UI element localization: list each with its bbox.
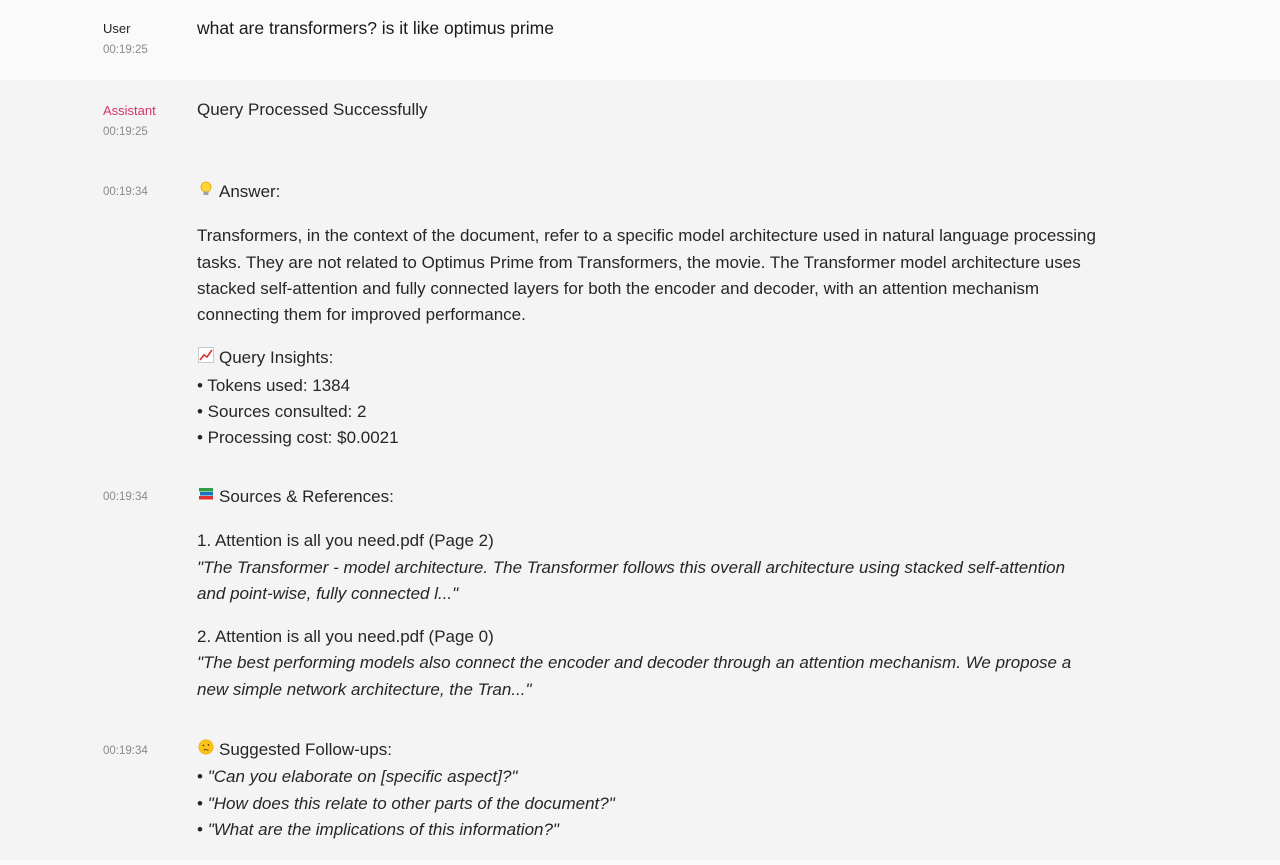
sources-timestamp: 00:19:34 [103,491,148,503]
sources-heading-text: Sources & References: [219,487,394,506]
followup-bullet: • [197,819,203,839]
chart-increasing-icon [197,346,214,372]
books-icon [197,485,214,511]
insight-tokens: • Tokens used: 1384 [197,375,351,395]
answer-section: Answer: Transformers, in the context of … [197,179,1097,452]
followup-item-1[interactable]: • "Can you elaborate on [specific aspect… [197,764,1097,790]
followup-item-3[interactable]: • "What are the implications of this inf… [197,817,1097,843]
user-message-block: User 00:19:25 what are transformers? is … [0,0,1280,80]
source-1-title: 1. Attention is all you need.pdf (Page 2… [197,531,494,551]
answer-heading: Answer: [197,179,1097,206]
sources-section: Sources & References: 1. Attention is al… [197,484,1097,703]
answer-heading-text: Answer: [219,182,281,201]
answer-timestamp: 00:19:34 [103,186,148,198]
user-role-label: User [103,21,131,36]
user-timestamp: 00:19:25 [103,44,148,56]
followups-heading-text: Suggested Follow-ups: [219,740,392,759]
followup-text: "Can you elaborate on [specific aspect]?… [207,767,518,787]
thinking-face-icon [197,738,214,764]
followup-item-2[interactable]: • "How does this relate to other parts o… [197,791,1097,817]
insight-sources: • Sources consulted: 2 [197,402,367,422]
insight-cost: • Processing cost: $0.0021 [197,428,399,448]
followups-timestamp: 00:19:34 [103,745,148,757]
followups-section: Suggested Follow-ups: • "Can you elabora… [197,737,1097,843]
lightbulb-icon [197,180,214,206]
source-2-title: 2. Attention is all you need.pdf (Page 0… [197,627,494,647]
assistant-timestamp: 00:19:25 [103,126,148,138]
answer-body: Transformers, in the context of the docu… [197,226,1096,325]
followup-text: "How does this relate to other parts of … [207,793,615,813]
assistant-status-text: Query Processed Successfully [197,100,428,119]
bottom-divider [0,860,1280,865]
source-1-quote: "The Transformer - model architecture. T… [197,557,1066,603]
source-2-quote: "The best performing models also connect… [197,653,1072,699]
insights-heading-text: Query Insights: [219,348,334,368]
followups-heading: Suggested Follow-ups: [197,737,1097,764]
insights-heading: Query Insights: [197,345,1097,372]
followup-bullet: • [197,767,203,787]
sources-heading: Sources & References: [197,484,1097,511]
followup-bullet: • [197,793,203,813]
user-message-text: what are transformers? is it like optimu… [197,18,554,38]
assistant-role-label: Assistant [103,103,156,118]
followup-text: "What are the implications of this infor… [207,819,559,839]
